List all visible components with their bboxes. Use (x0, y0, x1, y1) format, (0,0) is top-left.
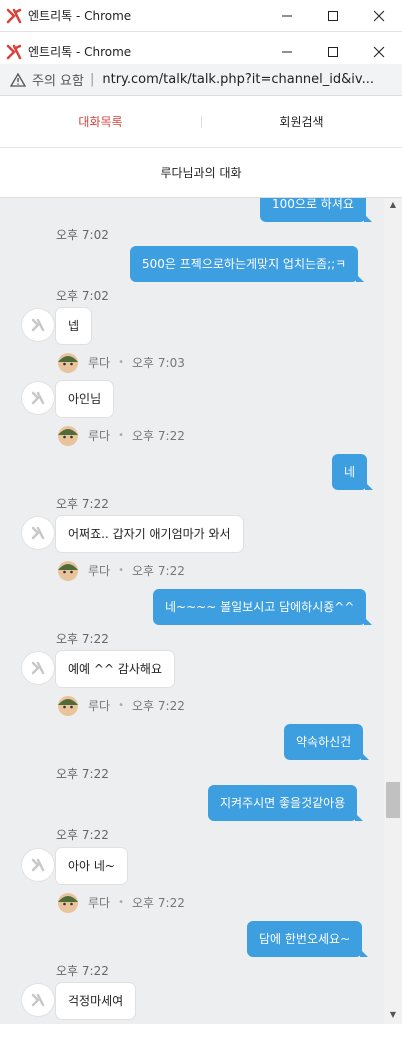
maximize-button[interactable] (310, 36, 356, 68)
scroll-up-arrow-icon[interactable]: ▲ (388, 200, 398, 210)
url-text[interactable]: ntry.com/talk/talk.php?it=channel_id&iv.… (102, 72, 374, 87)
message-meta: 루다 • 오후 7:22 (56, 423, 185, 447)
close-button[interactable] (356, 0, 402, 32)
partner-message-bubble: 예예 ^^ 감사해요 (56, 651, 174, 687)
minimize-icon (282, 15, 292, 16)
message-time: 오후 7:22 (56, 497, 109, 511)
user-face-icon (58, 696, 78, 716)
message-time: 오후 7:22 (56, 767, 109, 781)
meta-dot: • (118, 699, 124, 711)
tab-bar: 대화목록 회원검색 (0, 96, 402, 148)
window-title: 엔트리톡 - Chrome (28, 45, 132, 59)
message-meta: 루다 • 오후 7:03 (56, 350, 185, 374)
message-time: 오후 7:03 (132, 355, 185, 370)
message-meta: 루다 • 오후 7:22 (56, 693, 185, 717)
chat-scrollbar[interactable] (384, 198, 402, 1024)
meta-dot: • (118, 564, 124, 576)
minimize-button[interactable] (264, 0, 310, 32)
sender-name: 루다 (88, 428, 111, 443)
message-time: 오후 7:22 (56, 964, 109, 978)
meta-dot: • (118, 896, 124, 908)
partner-message-bubble: 아아 네~ (56, 848, 127, 884)
partner-message-bubble: 넵 (56, 308, 92, 344)
my-message-bubble: 500은 프젝으로하는게맞지 업치는좀;;ㅋ (130, 246, 365, 282)
address-separator: | (89, 72, 95, 87)
my-message-bubble: 담에 한번오세요~ (247, 921, 369, 957)
message-time: 오후 7:02 (56, 228, 109, 242)
message-meta: 루다 • 오후 7:22 (56, 890, 185, 914)
tab-member-search[interactable]: 회원검색 (201, 96, 402, 147)
tab-divider (201, 116, 202, 128)
sender-name: 루다 (88, 563, 111, 578)
message-time: 오후 7:02 (56, 289, 109, 303)
entry-logo-icon (31, 993, 45, 1007)
meta-dot: • (118, 356, 124, 368)
minimize-icon (282, 51, 292, 52)
entry-logo-icon (31, 858, 45, 872)
partner-avatar[interactable] (22, 309, 54, 341)
scrollbar-thumb[interactable] (386, 782, 400, 818)
close-icon (373, 46, 385, 57)
maximize-button[interactable] (310, 0, 356, 32)
message-time: 오후 7:22 (132, 563, 185, 578)
entry-logo-icon (31, 391, 45, 405)
meta-dot: • (118, 429, 124, 441)
maximize-icon (328, 10, 338, 21)
chat-title: 루다님과의 대화 (0, 148, 402, 198)
tab-chat-list[interactable]: 대화목록 (0, 96, 201, 147)
close-button[interactable] (356, 36, 402, 68)
partner-avatar[interactable] (22, 849, 54, 881)
entry-logo-icon (31, 318, 45, 332)
user-face-icon (58, 893, 78, 913)
message-time: 오후 7:22 (132, 428, 185, 443)
message-time: 오후 7:22 (56, 828, 109, 842)
minimize-button[interactable] (264, 36, 310, 68)
user-face-icon (58, 426, 78, 446)
sender-name: 루다 (88, 698, 111, 713)
sender-name: 루다 (88, 355, 111, 370)
chat-messages[interactable]: 100으로 하셔요 오후 7:02 500은 프젝으로하는게맞지 업치는좀;;ㅋ… (0, 198, 384, 1024)
user-face-icon (58, 561, 78, 581)
partner-message-bubble: 걱정마세여 (56, 983, 136, 1019)
window-bottom-edge (0, 1024, 402, 1040)
maximize-icon (328, 46, 338, 57)
partner-avatar[interactable] (22, 517, 54, 549)
message-meta: 루다 • 오후 7:22 (56, 558, 185, 582)
my-message-bubble: 약속하신건 (284, 724, 370, 760)
address-bar[interactable]: 주의 요함 | ntry.com/talk/talk.php?it=channe… (0, 64, 402, 96)
close-icon (373, 10, 385, 21)
warning-icon[interactable] (10, 72, 26, 88)
entry-logo-icon (31, 661, 45, 675)
message-time: 오후 7:22 (132, 895, 185, 910)
my-message-bubble: 100으로 하셔요 (260, 198, 372, 222)
entry-logo-icon (6, 8, 22, 23)
my-message-bubble: 네~~~~ 볼일보시고 담에하시죵^^ (153, 589, 373, 625)
partner-message-bubble: 어쩌죠.. 갑자기 애기엄마가 와서 (56, 516, 243, 552)
security-warning-label[interactable]: 주의 요함 (32, 70, 84, 89)
message-time: 오후 7:22 (132, 698, 185, 713)
partner-message-bubble: 아인님 (56, 381, 114, 417)
window-title: 엔트리톡 - Chrome (28, 9, 132, 23)
partner-avatar[interactable] (22, 382, 54, 414)
message-time: 오후 7:22 (56, 632, 109, 646)
my-message-bubble: 네 (332, 454, 374, 490)
outer-titlebar: 엔트리톡 - Chrome (0, 0, 402, 32)
entry-logo-icon (6, 44, 22, 59)
entry-logo-icon (31, 526, 45, 540)
sender-name: 루다 (88, 895, 111, 910)
my-message-bubble: 지켜주시면 좋을것같아용 (208, 785, 364, 821)
partner-avatar[interactable] (22, 984, 54, 1016)
scroll-down-arrow-icon[interactable]: ▼ (388, 1010, 398, 1020)
user-face-icon (58, 353, 78, 373)
partner-avatar[interactable] (22, 652, 54, 684)
